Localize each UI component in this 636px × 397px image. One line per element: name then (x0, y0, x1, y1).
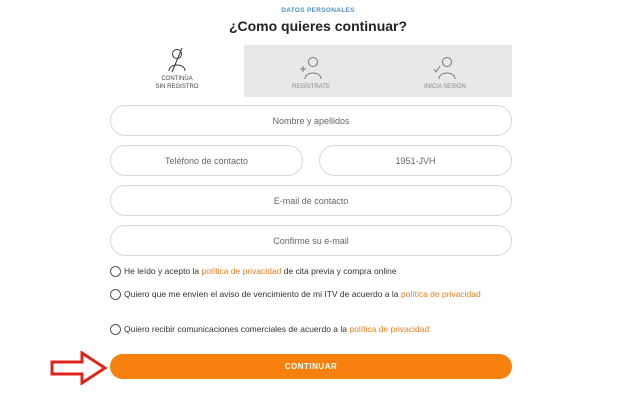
itv-text-before: Quiero que me envíen el aviso de vencimi… (124, 289, 401, 299)
section-label: DATOS PERSONALES (281, 7, 355, 14)
commercial-text-before: Quiero recibir comunicaciones comerciale… (124, 324, 350, 334)
login-user-icon (433, 57, 456, 80)
privacy-text-after: de cita previa y compra online (281, 266, 397, 276)
commercial-privacy-policy-link[interactable]: política de privacidad (349, 324, 429, 334)
commercial-consent-text: Quiero recibir comunicaciones comerciale… (124, 323, 429, 336)
email-field[interactable] (110, 185, 512, 216)
tab-continue-without-registration[interactable]: CONTINÚA SIN REGISTRO (110, 45, 244, 97)
tab-label-line1: CONTINÚA (161, 76, 193, 82)
tab-label-line2: SIN REGISTRO (155, 84, 199, 90)
tab-label-line1: REGÍSTRATE (292, 84, 330, 90)
itv-notice-text: Quiero que me envíen el aviso de vencimi… (124, 288, 481, 301)
privacy-text-before: He leído y acepto la (124, 266, 202, 276)
add-user-icon (300, 57, 322, 80)
full-name-field[interactable] (110, 105, 512, 136)
privacy-consent-row: He leído y acepto la política de privaci… (110, 265, 510, 278)
continue-options-tabs: CONTINÚA SIN REGISTRO REGÍSTRATE INICIA … (110, 45, 512, 97)
phone-field[interactable] (110, 145, 303, 176)
commercial-consent-row: Quiero recibir comunicaciones comerciale… (110, 323, 510, 336)
itv-notice-row: Quiero que me envíen el aviso de vencimi… (110, 288, 510, 301)
license-plate-field[interactable] (319, 145, 512, 176)
red-arrow-icon (50, 351, 108, 385)
itv-notice-radio[interactable] (110, 289, 121, 300)
privacy-consent-radio[interactable] (110, 266, 121, 277)
page-title: ¿Como quieres continuar? (228, 18, 408, 34)
privacy-consent-text: He leído y acepto la política de privaci… (124, 265, 397, 278)
continue-button[interactable]: CONTINUAR (110, 354, 512, 379)
no-user-icon (168, 47, 186, 73)
privacy-policy-link[interactable]: política de privacidad (202, 266, 282, 276)
commercial-consent-radio[interactable] (110, 324, 121, 335)
tab-login[interactable]: INICIA SESIÓN (378, 45, 512, 97)
tab-register[interactable]: REGÍSTRATE (244, 45, 378, 97)
itv-privacy-policy-link[interactable]: política de privacidad (401, 289, 481, 299)
email-confirm-field[interactable] (110, 225, 512, 256)
tab-label-line1: INICIA SESIÓN (424, 84, 466, 90)
